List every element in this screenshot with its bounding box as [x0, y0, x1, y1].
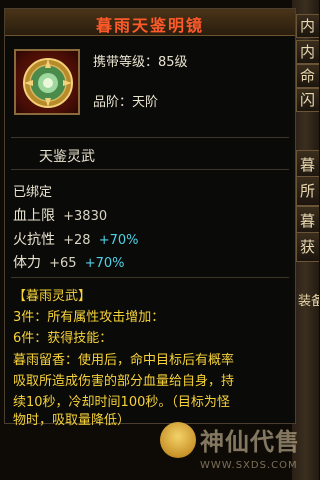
- item-tooltip: 暮雨天鉴明镜 携带等级：85级 品阶：天阶 天鉴灵武 已绑定 血上限 +3830…: [4, 8, 296, 428]
- stat-row-fire-resist: 火抗性 +28 +70%: [13, 229, 139, 249]
- divider: [11, 169, 289, 170]
- skill-desc-line: 暮雨留香：使用后，命中目标后有概率: [13, 353, 235, 368]
- stat-label: 火抗性: [13, 232, 55, 248]
- item-icon-frame: [14, 49, 80, 115]
- set-header: 【暮雨灵武】: [13, 289, 92, 304]
- stat-row-stamina: 体力 +65 +70%: [13, 252, 125, 272]
- side-tab-3[interactable]: 命: [296, 64, 319, 88]
- item-name: 暮雨天鉴明镜: [95, 16, 204, 35]
- skill-desc-line: 吸取所造成伤害的部分血量给自身，持: [13, 374, 235, 389]
- side-panel-label: 装备: [298, 294, 319, 309]
- mirror-item-icon: [23, 58, 73, 108]
- watermark-url: WWW.SXDS.COM: [200, 460, 298, 471]
- set-bonus-3: 3件：所有属性攻击增加：: [13, 310, 165, 325]
- stat-value: +65: [49, 256, 77, 271]
- stat-label: 体力: [13, 255, 41, 271]
- watermark-logo-icon: [160, 422, 196, 458]
- skill-desc-line: 物时，吸取量降低）: [13, 413, 131, 428]
- side-tab-6[interactable]: 所: [296, 176, 319, 206]
- stat-label: 血上限: [13, 208, 55, 224]
- item-grade: 品阶：天阶: [93, 95, 159, 110]
- skill-desc-line: 续10秒，冷却时间100秒。（目标为怪: [13, 395, 230, 410]
- bound-status: 已绑定: [13, 185, 53, 200]
- carry-level: 携带等级：85级: [93, 55, 188, 70]
- tooltip-title-bar: 暮雨天鉴明镜: [5, 9, 295, 36]
- side-tab-1[interactable]: 内: [296, 14, 319, 38]
- set-bonus-6: 6件：获得技能：: [13, 331, 113, 346]
- stat-bonus: +70%: [98, 233, 139, 248]
- watermark-text: 神仙代售: [200, 427, 300, 456]
- divider: [11, 277, 289, 278]
- stat-value: +28: [63, 233, 91, 248]
- side-tab-2[interactable]: 内: [296, 40, 319, 64]
- side-tab-8[interactable]: 获: [296, 232, 319, 262]
- stat-value: +3830: [63, 209, 108, 224]
- divider: [11, 137, 289, 138]
- item-subtitle: 天鉴灵武: [39, 149, 95, 165]
- side-tab-4[interactable]: 闪: [296, 88, 319, 112]
- watermark: 神仙代售 WWW.SXDS.COM: [160, 420, 319, 480]
- stat-bonus: +70%: [84, 256, 125, 271]
- stat-row-hp: 血上限 +3830: [13, 205, 107, 225]
